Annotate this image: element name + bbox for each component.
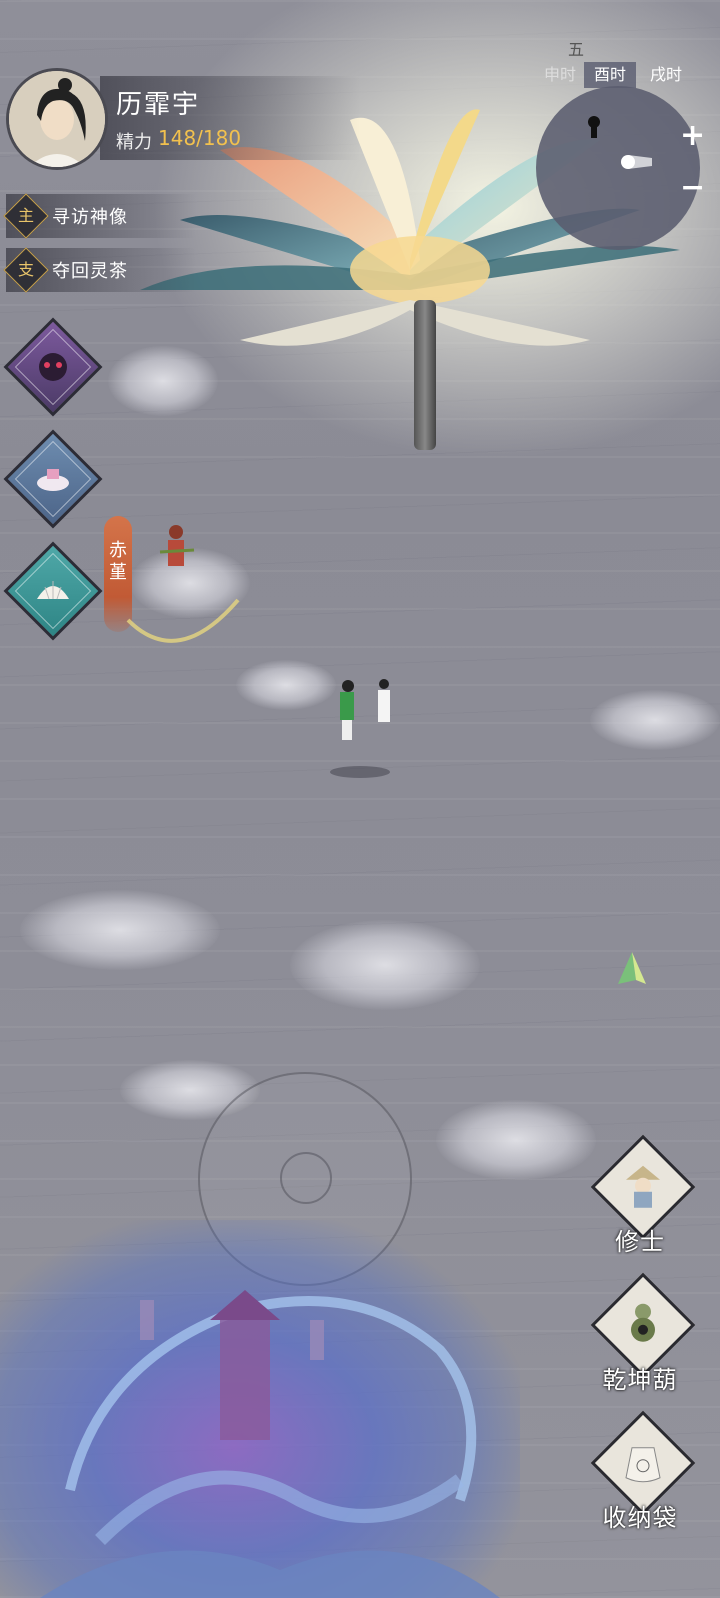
- dragon-city-art: [40, 1290, 500, 1598]
- action-cultivator-label: 修士: [615, 1228, 665, 1256]
- time-tab-xu: 戌时: [649, 65, 682, 84]
- zoom-out-button[interactable]: −: [680, 170, 705, 205]
- action-gourd-label: 乾坤葫: [602, 1366, 678, 1394]
- player-character[interactable]: [324, 672, 404, 782]
- quest-side-title: 夺回灵茶: [52, 261, 128, 282]
- quest-main-badge: 主: [3, 193, 49, 239]
- sparkle-marker-icon: [618, 952, 646, 984]
- zoom-in-button[interactable]: +: [680, 118, 705, 153]
- time-tab-shen: 申时: [543, 65, 576, 84]
- player-avatar[interactable]: [6, 68, 108, 170]
- quest-side[interactable]: 支 夺回灵茶: [3, 247, 196, 293]
- cloud: [236, 660, 336, 710]
- quest-side-badge: 支: [3, 247, 49, 293]
- cloud: [108, 346, 218, 416]
- minimap-markers: [588, 116, 652, 169]
- action-storage-bag-label: 收纳袋: [602, 1504, 678, 1532]
- cloud: [436, 1100, 596, 1180]
- quest-main-title: 寻访神像: [52, 207, 128, 228]
- energy-label: 精力: [116, 132, 152, 153]
- cloud: [290, 920, 480, 1010]
- lotus-stem: [414, 300, 436, 450]
- cloud: [590, 690, 720, 750]
- location-marker-text: 五: [568, 40, 585, 59]
- player-name: 历霏宇: [116, 90, 201, 120]
- minimap[interactable]: [536, 86, 700, 250]
- joystick-thumb[interactable]: [280, 1152, 332, 1204]
- cloud: [20, 890, 220, 970]
- energy-value: 148/180: [158, 126, 242, 150]
- character-portrait-icon: [9, 71, 105, 167]
- quest-main[interactable]: 主 寻访神像: [3, 193, 196, 239]
- npc-aura-ring: [126, 598, 240, 643]
- time-tab-you: 酉时: [584, 62, 636, 88]
